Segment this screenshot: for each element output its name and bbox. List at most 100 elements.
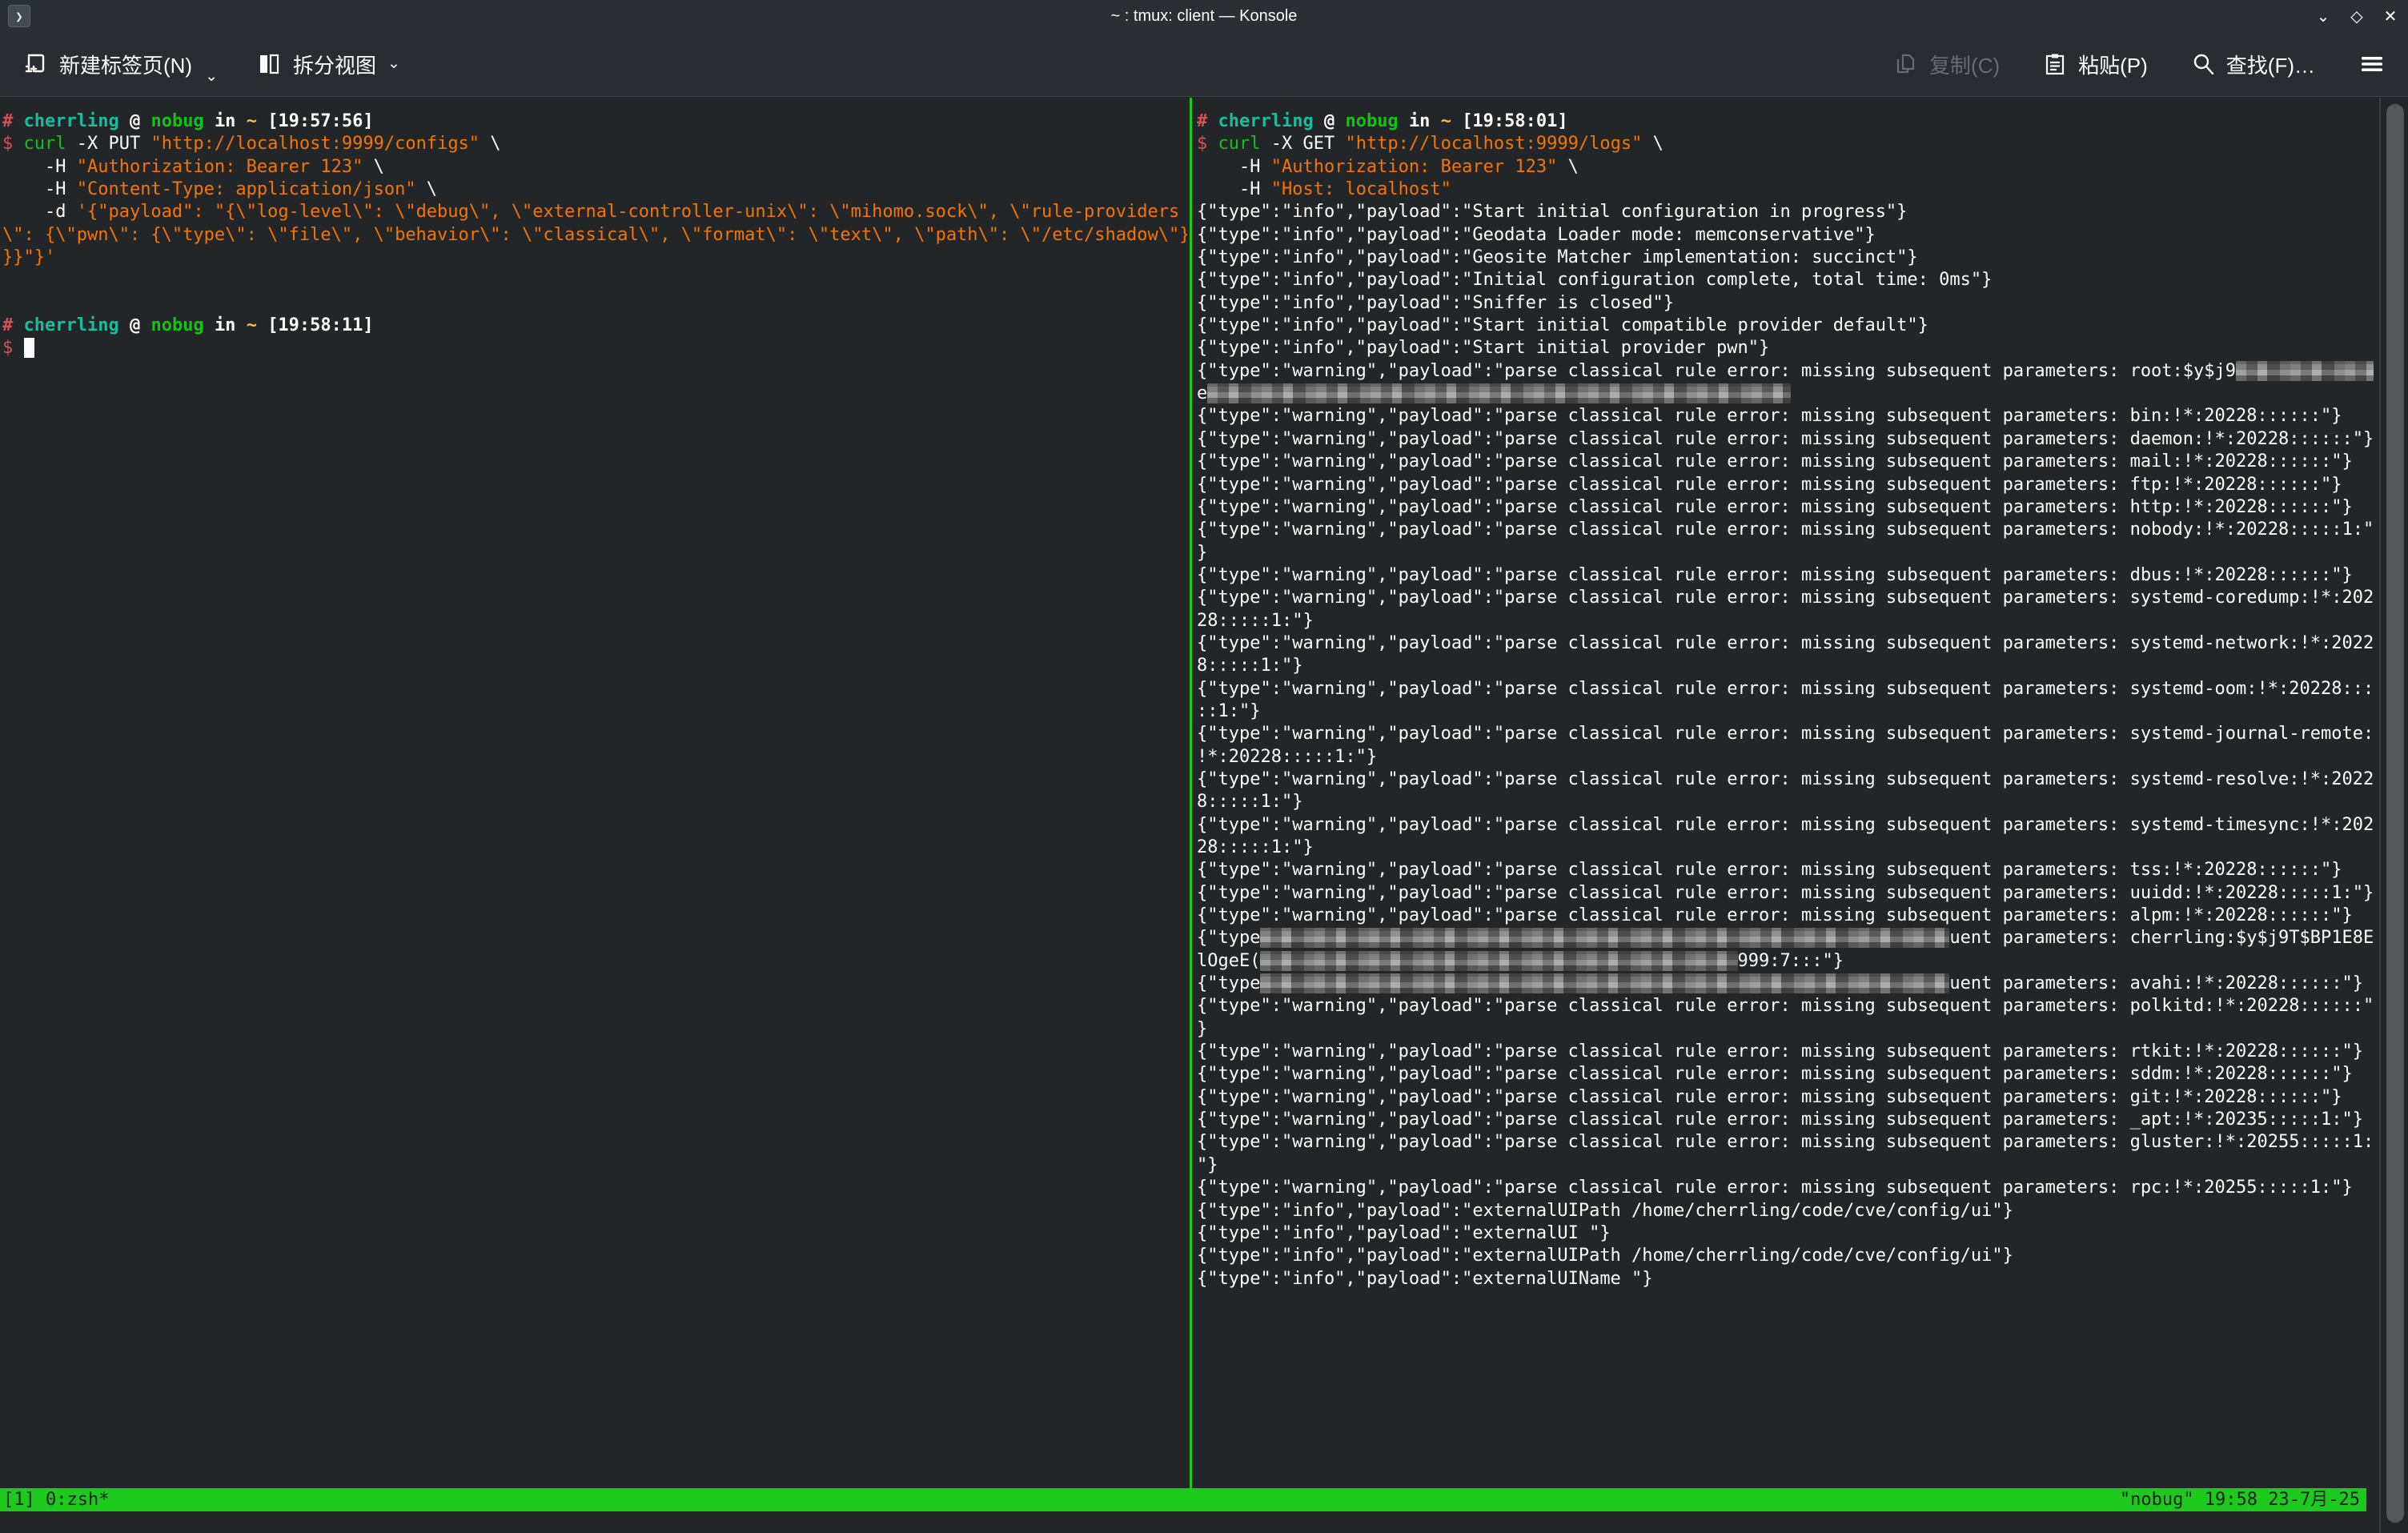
terminal-line: $ curl -X PUT "http://localhost:9999/con… [2, 133, 1187, 155]
terminal-line: -H "Host: localhost" [1197, 179, 2375, 201]
paste-icon [2043, 52, 2067, 76]
konsole-app-icon: ❯ [8, 5, 30, 27]
terminal-line: e [1197, 383, 2375, 405]
konsole-window: ❯ ~ : tmux: client — Konsole ⌄ ◇ ✕ 新建标签页… [0, 0, 2408, 1533]
tmux-left-pane[interactable]: # cherrling @ nobug in ~ [19:57:56]$ cur… [2, 110, 1187, 1487]
terminal-line: {"type uent parameters: avahi:!*:20228::… [1197, 973, 2375, 995]
terminal-line: 8:::::1:"} [1197, 791, 2375, 813]
minimize-icon[interactable]: ⌄ [2312, 5, 2334, 27]
terminal-line: -H "Authorization: Bearer 123" \ [2, 156, 1187, 179]
terminal-line: {"type":"info","payload":"externalUIName… [1197, 1268, 2375, 1290]
terminal-line: {"type":"info","payload":"Sniffer is clo… [1197, 292, 2375, 315]
terminal-line: {"type":"warning","payload":"parse class… [1197, 723, 2375, 745]
copy-button[interactable]: 复制(C) [1886, 43, 2008, 86]
terminal-line: $ [2, 337, 1187, 359]
chevron-down-icon: ⌄ [387, 60, 400, 68]
window-title: ~ : tmux: client — Konsole [0, 7, 2408, 26]
split-view-label: 拆分视图 [293, 50, 376, 79]
terminal-line: {"type":"warning","payload":"parse class… [1197, 995, 2375, 1017]
terminal-line: {"type":"info","payload":"Geodata Loader… [1197, 224, 2375, 247]
find-button[interactable]: 查找(F)… [2183, 43, 2323, 86]
tmux-status-right: "nobug" 19:58 23-7月-25 [2120, 1488, 2360, 1511]
terminal-line: {"type":"warning","payload":"parse class… [1197, 814, 2375, 837]
terminal-line: {"type":"warning","payload":"parse class… [1197, 1063, 2375, 1086]
terminal-line: {"type":"info","payload":"Start initial … [1197, 315, 2375, 337]
tmux-right-pane[interactable]: # cherrling @ nobug in ~ [19:58:01]$ cur… [1197, 110, 2375, 1487]
split-view-button[interactable]: 拆分视图 ⌄ [248, 43, 408, 86]
terminal-line: $ curl -X GET "http://localhost:9999/log… [1197, 133, 2375, 155]
terminal-line: {"type":"info","payload":"Geosite Matche… [1197, 247, 2375, 269]
hamburger-icon [2358, 52, 2386, 76]
terminal-line: {"type":"warning","payload":"parse class… [1197, 882, 2375, 905]
terminal-line [2, 269, 1187, 291]
terminal-line: -d '{"payload": "{\"log-level\": \"debug… [2, 201, 1187, 223]
terminal-line: {"type":"info","payload":"externalUIPath… [1197, 1245, 2375, 1267]
terminal-line: {"type":"warning","payload":"parse class… [1197, 564, 2375, 587]
maximize-icon[interactable]: ◇ [2346, 5, 2368, 27]
terminal-line: {"type":"warning","payload":"parse class… [1197, 360, 2375, 383]
terminal-line: {"type uent parameters: cherrling:$y$j9T… [1197, 927, 2375, 949]
tmux-status-bar: [1] 0:zsh* "nobug" 19:58 23-7月-25 [0, 1488, 2366, 1511]
terminal-line: 28:::::1:"} [1197, 610, 2375, 632]
terminal-line: -H "Content-Type: application/json" \ [2, 179, 1187, 201]
terminal-line: {"type":"warning","payload":"parse class… [1197, 1177, 2375, 1199]
terminal-line: } [1197, 1018, 2375, 1041]
new-tab-icon [22, 51, 48, 77]
terminal-line: -H "Authorization: Bearer 123" \ [1197, 156, 2375, 179]
tmux-status-left: [1] 0:zsh* [3, 1488, 109, 1511]
title-bar: ❯ ~ : tmux: client — Konsole ⌄ ◇ ✕ [0, 0, 2408, 32]
terminal-line: {"type":"info","payload":"Start initial … [1197, 201, 2375, 223]
terminal-area: # cherrling @ nobug in ~ [19:57:56]$ cur… [0, 98, 2408, 1533]
split-view-icon [256, 51, 282, 77]
terminal-line: {"type":"info","payload":"Initial config… [1197, 269, 2375, 291]
terminal-line: {"type":"warning","payload":"parse class… [1197, 678, 2375, 700]
terminal-line: !*:20228:::::1:"} [1197, 746, 2375, 769]
terminal-line: {"type":"warning","payload":"parse class… [1197, 859, 2375, 881]
terminal-line: {"type":"warning","payload":"parse class… [1197, 1041, 2375, 1063]
new-tab-label: 新建标签页(N) [59, 50, 192, 79]
terminal-line: 28:::::1:"} [1197, 837, 2375, 859]
paste-label: 粘贴(P) [2078, 50, 2148, 79]
terminal-line: # cherrling @ nobug in ~ [19:57:56] [2, 110, 1187, 133]
copy-label: 复制(C) [1929, 50, 2000, 79]
terminal-line: {"type":"warning","payload":"parse class… [1197, 519, 2375, 541]
window-controls: ⌄ ◇ ✕ [2312, 0, 2402, 32]
terminal-line: {"type":"warning","payload":"parse class… [1197, 587, 2375, 609]
terminal-line: {"type":"warning","payload":"parse class… [1197, 1131, 2375, 1154]
terminal-line: {"type":"warning","payload":"parse class… [1197, 905, 2375, 927]
terminal-line: # cherrling @ nobug in ~ [19:58:11] [2, 315, 1187, 337]
terminal-line: {"type":"info","payload":"externalUIPath… [1197, 1200, 2375, 1222]
terminal-line: {"type":"warning","payload":"parse class… [1197, 474, 2375, 496]
search-icon [2191, 52, 2215, 76]
terminal-line: {"type":"info","payload":"externalUI "} [1197, 1222, 2375, 1245]
chevron-down-icon: ⌄ [205, 73, 218, 81]
new-tab-button[interactable]: 新建标签页(N) ⌄ [14, 43, 226, 86]
terminal-line: lOgeE( 999:7:::"} [1197, 950, 2375, 973]
scrollbar-track[interactable] [2379, 98, 2408, 1533]
find-label: 查找(F)… [2226, 50, 2315, 79]
terminal-line: {"type":"warning","payload":"parse class… [1197, 405, 2375, 427]
terminal-line: } [1197, 542, 2375, 564]
toolbar: 新建标签页(N) ⌄ 拆分视图 ⌄ [0, 32, 2408, 97]
terminal-line: {"type":"warning","payload":"parse class… [1197, 496, 2375, 519]
terminal-line: {"type":"info","payload":"Start initial … [1197, 337, 2375, 359]
terminal-line: {"type":"warning","payload":"parse class… [1197, 1109, 2375, 1131]
terminal-line: # cherrling @ nobug in ~ [19:58:01] [1197, 110, 2375, 133]
scrollbar-thumb[interactable] [2386, 104, 2404, 1523]
copy-icon [1894, 52, 1918, 76]
terminal-line: \": {\"pwn\": {\"type\": \"file\", \"beh… [2, 224, 1187, 247]
terminal-line: {"type":"warning","payload":"parse class… [1197, 769, 2375, 791]
tmux-pane-divider [1190, 98, 1192, 1488]
terminal-line: 8:::::1:"} [1197, 655, 2375, 677]
close-icon[interactable]: ✕ [2379, 5, 2402, 27]
terminal-line: {"type":"warning","payload":"parse class… [1197, 428, 2375, 451]
hamburger-menu-button[interactable] [2350, 46, 2394, 82]
terminal-line: {"type":"warning","payload":"parse class… [1197, 451, 2375, 473]
terminal-line: ::1:"} [1197, 700, 2375, 723]
terminal-line: "} [1197, 1154, 2375, 1177]
terminal-line: {"type":"warning","payload":"parse class… [1197, 632, 2375, 655]
terminal-line [2, 292, 1187, 315]
terminal-line: }}"}' [2, 247, 1187, 269]
terminal-line: {"type":"warning","payload":"parse class… [1197, 1086, 2375, 1109]
paste-button[interactable]: 粘贴(P) [2035, 43, 2156, 86]
